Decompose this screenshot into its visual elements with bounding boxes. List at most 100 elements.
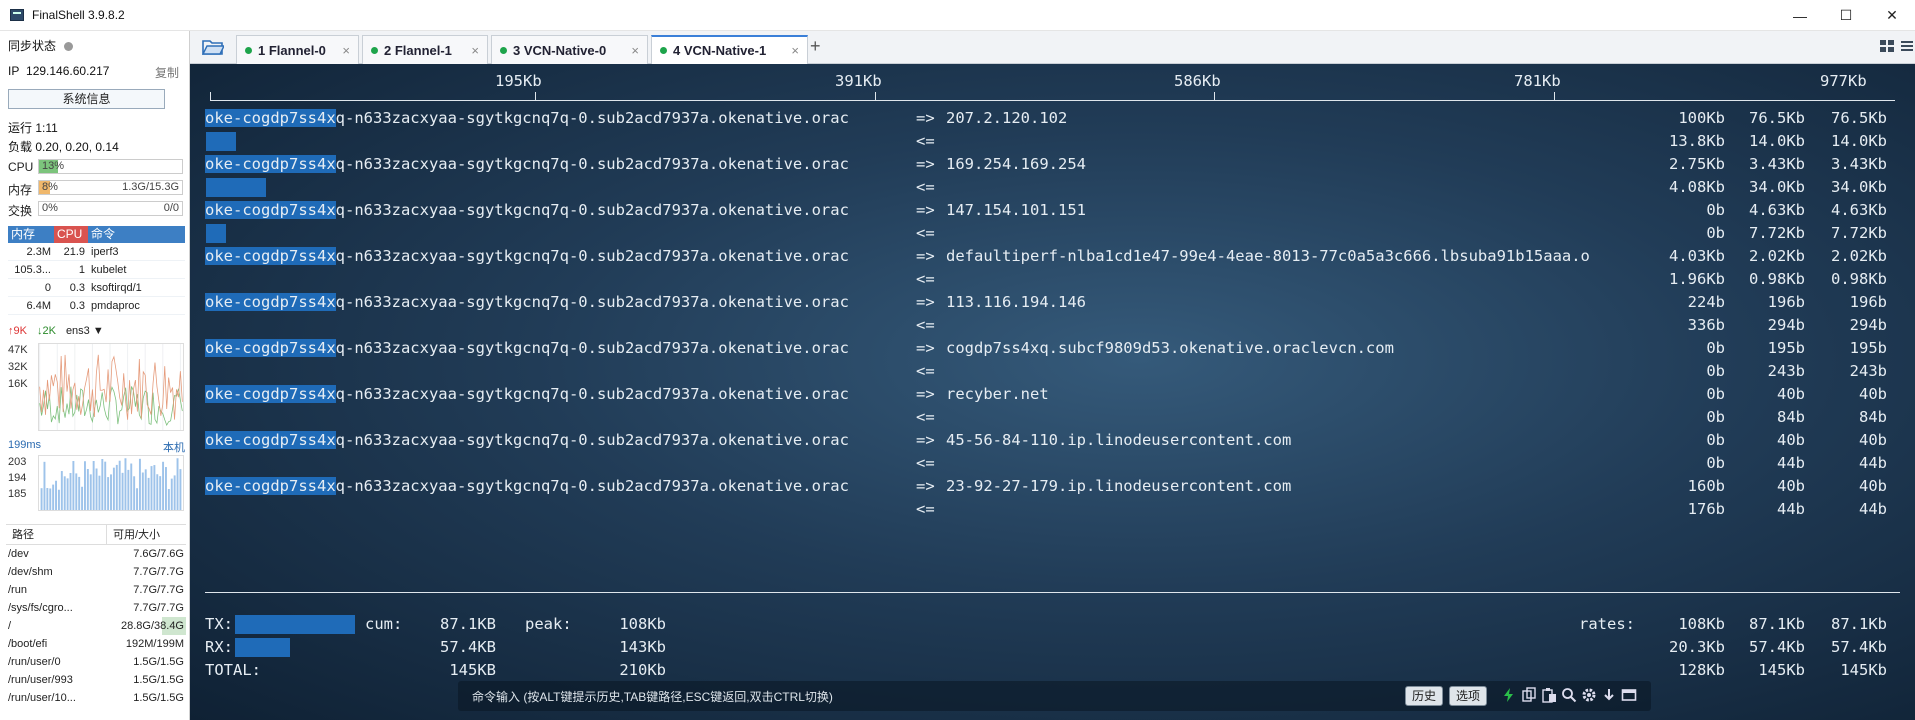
disk-table[interactable]: 路径 可用/大小 /dev 7.6G/7.6G/dev/shm 7.7G/7.7G /… xyxy=(6,524,186,707)
download-arrow-icon[interactable] xyxy=(1601,687,1617,703)
paste-icon[interactable] xyxy=(1541,687,1557,703)
sync-status-dot-icon xyxy=(64,42,74,52)
close-button[interactable]: ✕ xyxy=(1869,0,1915,31)
connected-dot-icon xyxy=(245,46,252,54)
flow-rate-out: 2.75Kb xyxy=(1669,155,1725,173)
total-rate: 128Kb xyxy=(1678,661,1725,679)
disk-row[interactable]: /dev 7.6G/7.6G xyxy=(6,545,186,563)
net-ylabel: 32K xyxy=(8,361,28,373)
cum-label: cum: xyxy=(365,615,403,633)
tab-close-icon[interactable]: × xyxy=(471,43,479,58)
window-icon[interactable] xyxy=(1621,687,1637,703)
selection-block xyxy=(206,224,226,243)
ping-ylabel: 203 xyxy=(8,456,27,468)
disk-row[interactable]: /run/user/0 1.5G/1.5G xyxy=(6,653,186,671)
disk-size: 7.6G/7.6G xyxy=(133,548,184,560)
disk-path: /run/user/0 xyxy=(8,656,61,668)
add-tab-button[interactable]: + xyxy=(810,36,821,57)
flow-rate-out: 0b xyxy=(1706,339,1725,357)
lightning-icon[interactable] xyxy=(1501,687,1517,703)
grid-view-icon[interactable] xyxy=(1879,39,1895,53)
rx-peak: 143Kb xyxy=(619,638,666,656)
tab-close-icon[interactable]: × xyxy=(631,43,639,58)
outbound-arrow: => xyxy=(916,109,935,127)
process-cpu: 0.3 xyxy=(69,300,85,312)
flow-rate-in: 4.08Kb xyxy=(1669,178,1725,196)
interface-select[interactable]: ens3 ▼ xyxy=(66,325,104,337)
col-size[interactable]: 可用/大小 xyxy=(106,525,186,544)
flow-source: oke-cogdp7ss4xq-n633zacxyaa-sgytkgcnq7q-… xyxy=(205,385,849,403)
process-row[interactable]: 105.3... 1 kubelet xyxy=(8,261,185,279)
col-memory[interactable]: 内存 xyxy=(8,226,54,243)
process-cmd: ksoftirqd/1 xyxy=(91,282,142,294)
flow-destination: 169.254.169.254 xyxy=(946,155,1086,173)
process-cmd: iperf3 xyxy=(91,246,119,258)
flow-rate-in: 0b xyxy=(1706,224,1725,242)
col-cpu[interactable]: CPU xyxy=(54,226,88,243)
flow-rate-out: 40b xyxy=(1777,477,1805,495)
process-cmd: kubelet xyxy=(91,264,127,276)
flow-rate-in: 44b xyxy=(1777,500,1805,518)
tab-label: 4 VCN-Native-1 xyxy=(673,43,767,58)
flow-source: oke-cogdp7ss4xq-n633zacxyaa-sgytkgcnq7q-… xyxy=(205,293,849,311)
flow-rate-out: 224b xyxy=(1687,293,1725,311)
tab-flannel-1[interactable]: 2 Flannel-1 × xyxy=(362,35,488,64)
menu-icon[interactable] xyxy=(1901,39,1913,53)
copy-icon[interactable] xyxy=(1521,687,1537,703)
flow-rate-out: 4.63Kb xyxy=(1749,201,1805,219)
copy-ip-link[interactable]: 复制 xyxy=(155,64,179,81)
tab-vcn-native-1[interactable]: 4 VCN-Native-1 × xyxy=(651,35,808,64)
tab-vcn-native-0[interactable]: 3 VCN-Native-0 × xyxy=(491,35,648,64)
peak-label: peak: xyxy=(525,615,572,633)
window-title: FinalShell 3.9.8.2 xyxy=(32,8,125,22)
minimize-button[interactable]: — xyxy=(1777,0,1823,31)
cpu-label: CPU xyxy=(8,160,34,174)
inbound-arrow: <= xyxy=(916,178,935,196)
folder-open-icon[interactable] xyxy=(202,39,224,55)
disk-row[interactable]: /boot/efi 192M/199M xyxy=(6,635,186,653)
flow-source: oke-cogdp7ss4xq-n633zacxyaa-sgytkgcnq7q-… xyxy=(205,155,849,173)
disk-row[interactable]: /run/user/993 1.5G/1.5G xyxy=(6,671,186,689)
col-command[interactable]: 命令 xyxy=(88,226,185,243)
col-path[interactable]: 路径 xyxy=(6,525,106,544)
disk-row[interactable]: / 28.8G/38.4G xyxy=(6,617,186,635)
disk-row[interactable]: /sys/fs/cgro... 7.7G/7.7G xyxy=(6,599,186,617)
tab-flannel-0[interactable]: 1 Flannel-0 × xyxy=(236,35,359,64)
disk-row[interactable]: /run/user/10... 1.5G/1.5G xyxy=(6,689,186,707)
scale-label: 586Kb xyxy=(1174,72,1221,90)
process-row[interactable]: 0 0.3 ksoftirqd/1 xyxy=(8,279,185,297)
process-row[interactable]: 6.4M 0.3 pmdaproc xyxy=(8,297,185,315)
terminal-output[interactable]: 195Kb 391Kb 586Kb 781Kb 977Kb oke-cogdp7ss4x… xyxy=(190,64,1915,720)
scale-label: 781Kb xyxy=(1514,72,1561,90)
command-input-hint[interactable]: 命令输入 (按ALT键提示历史,TAB键路径,ESC键返回,双击CTRL切换) xyxy=(472,688,833,705)
command-input-bar[interactable]: 命令输入 (按ALT键提示历史,TAB键路径,ESC键返回,双击CTRL切换) … xyxy=(458,681,1651,711)
inbound-arrow: <= xyxy=(916,454,935,472)
maximize-button[interactable]: ☐ xyxy=(1823,0,1869,31)
tx-label: TX: xyxy=(205,615,233,633)
disk-row[interactable]: /dev/shm 7.7G/7.7G xyxy=(6,563,186,581)
memory-meter: 8% 1.3G/15.3G xyxy=(38,180,183,195)
gear-icon[interactable] xyxy=(1581,687,1597,703)
tab-close-icon[interactable]: × xyxy=(791,43,799,58)
options-button[interactable]: 选项 xyxy=(1449,686,1488,706)
search-icon[interactable] xyxy=(1561,687,1577,703)
disk-path: /sys/fs/cgro... xyxy=(8,602,73,614)
flow-destination: 113.116.194.146 xyxy=(946,293,1086,311)
total-rate: 145Kb xyxy=(1758,661,1805,679)
flow-rate-out: 195b xyxy=(1849,339,1887,357)
disk-path: /run/user/993 xyxy=(8,674,73,686)
process-table[interactable]: 内存 CPU 命令 2.3M 21.9 iperf3 105.3... 1 ku… xyxy=(8,226,185,315)
flow-rate-in: 0b xyxy=(1706,408,1725,426)
outbound-arrow: => xyxy=(916,477,935,495)
tab-close-icon[interactable]: × xyxy=(342,43,350,58)
outbound-arrow: => xyxy=(916,339,935,357)
disk-size: 1.5G/1.5G xyxy=(133,692,184,704)
history-button[interactable]: 历史 xyxy=(1405,686,1444,706)
ping-host[interactable]: 本机 xyxy=(163,439,185,455)
memory-label: 内存 xyxy=(8,183,33,197)
disk-row[interactable]: /run 7.7G/7.7G xyxy=(6,581,186,599)
process-row[interactable]: 2.3M 21.9 iperf3 xyxy=(8,243,185,261)
process-mem: 0 xyxy=(8,279,54,296)
process-cpu: 0.3 xyxy=(69,282,85,294)
system-info-button[interactable]: 系统信息 xyxy=(8,89,165,109)
